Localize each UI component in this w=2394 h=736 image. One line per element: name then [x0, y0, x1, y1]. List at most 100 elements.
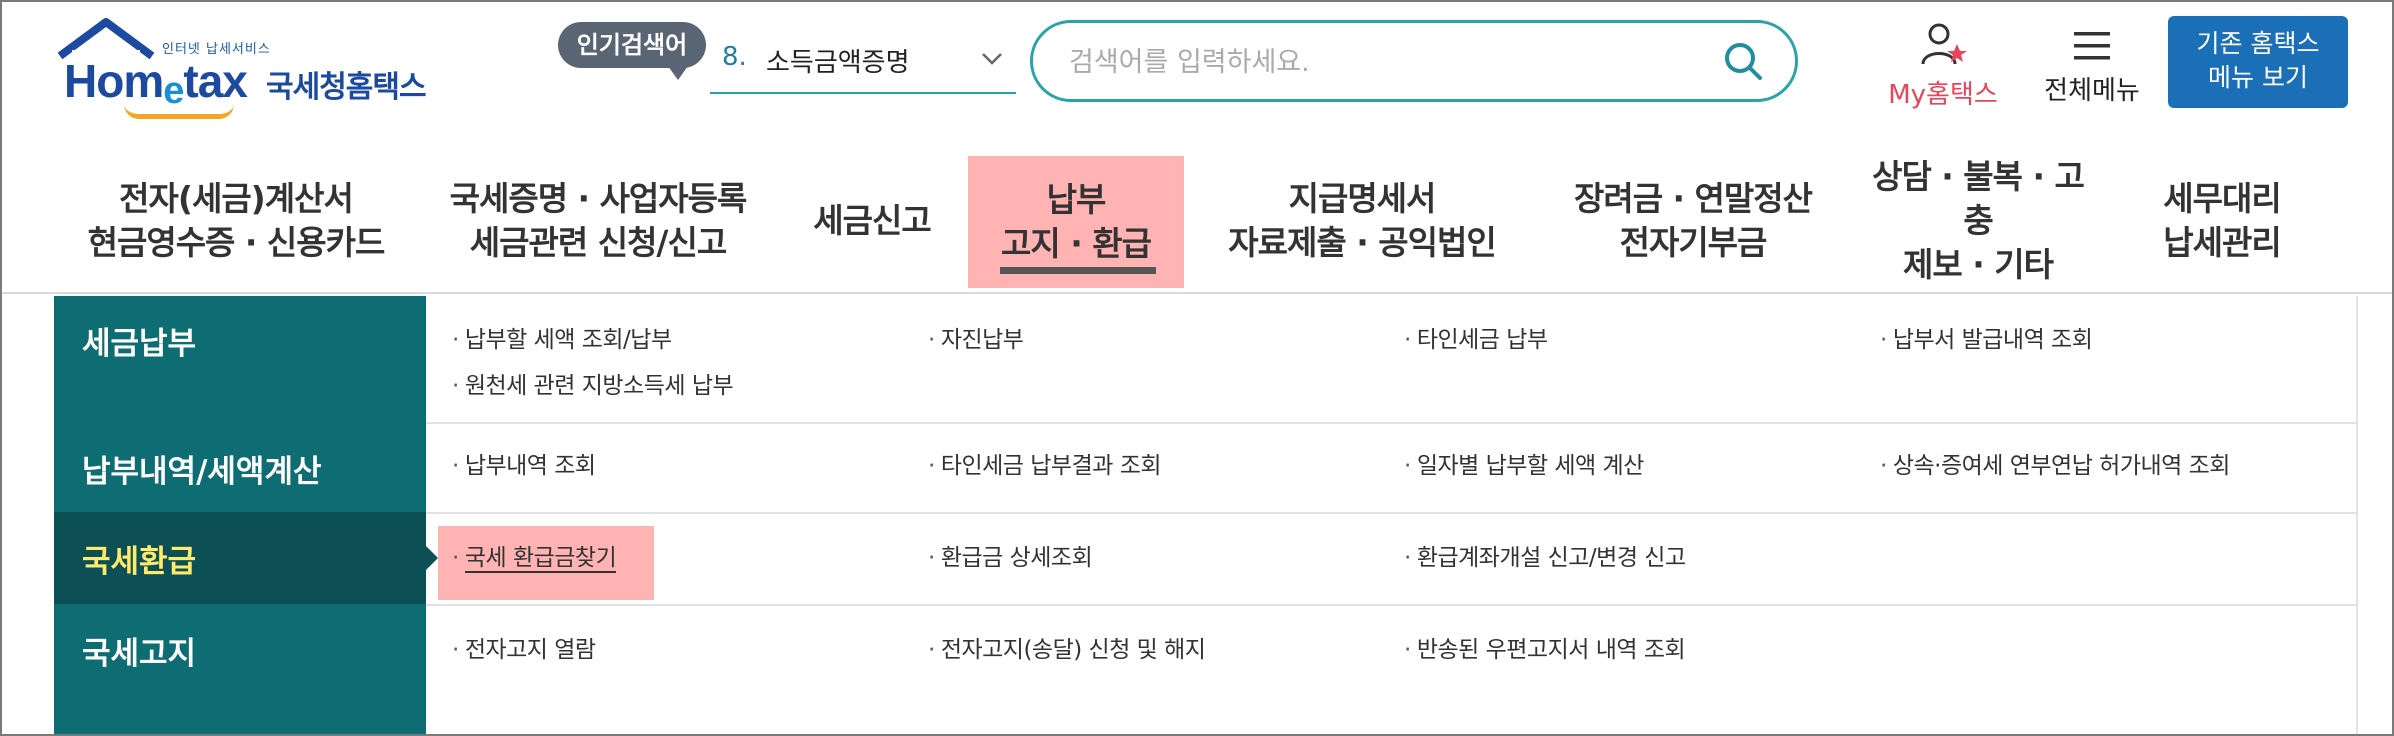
nav-label-line2: 현금영수증 · 신용카드 — [87, 223, 386, 262]
link-refund-account[interactable]: · 환급계좌개설 신고/변경 신고 — [1404, 538, 1686, 572]
link-pay-for-others[interactable]: · 타인세금 납부 — [1404, 320, 1548, 354]
search-box — [1030, 20, 1798, 102]
link-label: 납부서 발급내역 조회 — [1892, 327, 2093, 353]
link-find-refund[interactable]: · 국세 환급금찾기 — [438, 526, 655, 600]
link-label: 타인세금 납부 — [1416, 327, 1548, 353]
popular-search-badge: 인기검색어 — [558, 22, 706, 80]
nav-item-payment-statement[interactable]: 지급명세서 자료제출 · 공익법인 — [1222, 166, 1502, 276]
search-icon[interactable] — [1721, 39, 1765, 83]
bullet: · — [452, 545, 459, 571]
nav-item-e-invoice[interactable]: 전자(세금)계산서 현금영수증 · 신용카드 — [86, 166, 386, 276]
link-installment-permit[interactable]: · 상속·증여세 연부연납 허가내역 조회 — [1880, 446, 2230, 480]
logo-swoosh — [124, 104, 234, 119]
bullet: · — [452, 327, 459, 353]
nav-label-line2: 고지 · 환급 — [1001, 224, 1152, 263]
my-hometax-button[interactable]: My홈택스 — [1878, 20, 2008, 111]
bullet: · — [452, 373, 459, 399]
popular-keyword-select[interactable]: 8. 소득금액증명 — [710, 32, 1016, 94]
hamburger-icon — [2074, 32, 2110, 60]
link-label: 국세 환급금찾기 — [464, 545, 617, 573]
link-label: 납부내역 조회 — [464, 453, 596, 479]
popular-rank: 8. — [722, 42, 747, 72]
nav-label-line2: 전자기부금 — [1619, 223, 1768, 262]
nav-label-line1: 상담 · 불복 · 고충 — [1872, 157, 2085, 240]
link-label: 납부할 세액 조회/납부 — [464, 327, 672, 353]
link-label: 자진납부 — [940, 327, 1024, 353]
popular-keyword: 소득금액증명 — [766, 48, 910, 78]
link-label: 일자별 납부할 세액 계산 — [1416, 453, 1645, 479]
nav-item-consulting[interactable]: 상담 · 불복 · 고충 제보 · 기타 — [1858, 157, 2098, 284]
row-divider — [426, 422, 2356, 424]
link-label: 환급계좌개설 신고/변경 신고 — [1416, 545, 1686, 571]
my-hometax-label: My홈택스 — [1888, 80, 1998, 110]
nav-label-line1: 지급명세서 — [1288, 179, 1437, 218]
nav-label-line2: 납세관리 — [2163, 223, 2281, 262]
nav-label-line1: 국세증명 · 사업자등록 — [449, 179, 748, 218]
link-others-payment-result[interactable]: · 타인세금 납부결과 조회 — [928, 446, 1162, 480]
category-tax-notice[interactable]: 국세고지 — [54, 604, 426, 694]
nav-item-payment[interactable]: 납부 고지 · 환급 — [968, 156, 1184, 288]
link-label: 전자고지 열람 — [464, 637, 596, 663]
all-menu-button[interactable]: 전체메뉴 — [2032, 20, 2152, 107]
link-payment-slip-history[interactable]: · 납부서 발급내역 조회 — [1880, 320, 2093, 354]
nav-item-tax-agent[interactable]: 세무대리 납세관리 — [2152, 166, 2292, 276]
legacy-menu-button[interactable]: 기존 홈택스 메뉴 보기 — [2168, 16, 2348, 108]
user-star-icon — [1921, 23, 1967, 65]
legacy-menu-line2: 메뉴 보기 — [2208, 63, 2308, 92]
chevron-down-icon[interactable] — [978, 44, 1006, 72]
category-tax-refund[interactable]: 국세환급 — [54, 512, 438, 604]
row-divider — [426, 512, 2356, 514]
link-e-notice-view[interactable]: · 전자고지 열람 — [452, 630, 596, 664]
legacy-menu-line1: 기존 홈택스 — [2196, 29, 2320, 58]
link-e-notice-apply[interactable]: · 전자고지(송달) 신청 및 해지 — [928, 630, 1206, 664]
link-label: 상속·증여세 연부연납 허가내역 조회 — [1892, 453, 2231, 479]
bullet: · — [928, 545, 935, 571]
category-payment-history[interactable]: 납부내역/세액계산 — [54, 422, 426, 512]
bullet: · — [1880, 327, 1887, 353]
submenu-panel: 세금납부 납부내역/세액계산 국세환급 국세고지 · 납부할 세액 조회/납부 ·… — [54, 296, 2358, 734]
active-tab-indicator — [1000, 267, 1156, 274]
link-label: 원천세 관련 지방소득세 납부 — [464, 373, 734, 399]
bullet: · — [1880, 453, 1887, 479]
bullet: · — [1404, 327, 1411, 353]
nav-label-line1: 전자(세금)계산서 — [119, 179, 354, 218]
nav-label-line1: 세금신고 — [813, 201, 931, 240]
page-frame: 인터넷 납세서비스 Hometax 국세청홈택스 인기검색어 8. 소득금액증명… — [0, 0, 2394, 736]
nav-label-line2: 자료제출 · 공익법인 — [1228, 223, 1496, 262]
bullet: · — [1404, 545, 1411, 571]
link-label: 전자고지(송달) 신청 및 해지 — [940, 637, 1206, 663]
link-self-payment[interactable]: · 자진납부 — [928, 320, 1024, 354]
link-daily-tax-calc[interactable]: · 일자별 납부할 세액 계산 — [1404, 446, 1644, 480]
row-divider — [426, 604, 2356, 606]
bullet: · — [928, 327, 935, 353]
bullet: · — [452, 637, 459, 663]
nav-label-line1: 장려금 · 연말정산 — [1573, 179, 1813, 218]
link-refund-detail[interactable]: · 환급금 상세조회 — [928, 538, 1093, 572]
bullet: · — [928, 637, 935, 663]
nav-label-line2: 세금관련 신청/신고 — [469, 223, 727, 262]
link-withholding-local-tax[interactable]: · 원천세 관련 지방소득세 납부 — [452, 366, 734, 400]
nav-label-line1: 세무대리 — [2163, 179, 2281, 218]
logo-korean-name: 국세청홈택스 — [266, 70, 427, 105]
nav-item-certificate[interactable]: 국세증명 · 사업자등록 세금관련 신청/신고 — [448, 166, 748, 276]
link-pay-tax-inquiry[interactable]: · 납부할 세액 조회/납부 — [452, 320, 672, 354]
all-menu-label: 전체메뉴 — [2044, 76, 2140, 106]
nav-item-tax-filing[interactable]: 세금신고 — [802, 166, 942, 276]
bullet: · — [1404, 637, 1411, 663]
bullet: · — [452, 453, 459, 479]
link-payment-history[interactable]: · 납부내역 조회 — [452, 446, 596, 480]
category-tax-payment[interactable]: 세금납부 — [54, 296, 426, 422]
link-label: 타인세금 납부결과 조회 — [940, 453, 1162, 479]
link-label: 반송된 우편고지서 내역 조회 — [1416, 637, 1686, 663]
link-returned-mail-notice[interactable]: · 반송된 우편고지서 내역 조회 — [1404, 630, 1686, 664]
bullet: · — [1404, 453, 1411, 479]
nav-label-line2: 제보 · 기타 — [1903, 245, 2054, 284]
bullet: · — [928, 453, 935, 479]
hometax-logo[interactable]: 인터넷 납세서비스 Hometax 국세청홈택스 — [54, 16, 454, 119]
main-nav: 전자(세금)계산서 현금영수증 · 신용카드 국세증명 · 사업자등록 세금관련… — [2, 150, 2392, 294]
link-label: 환급금 상세조회 — [940, 545, 1093, 571]
nav-label-line1: 납부 — [1046, 180, 1107, 219]
logo-wordmark: Hometax — [64, 55, 248, 112]
nav-item-incentive[interactable]: 장려금 · 연말정산 전자기부금 — [1558, 166, 1828, 276]
search-input[interactable] — [1067, 37, 1691, 87]
